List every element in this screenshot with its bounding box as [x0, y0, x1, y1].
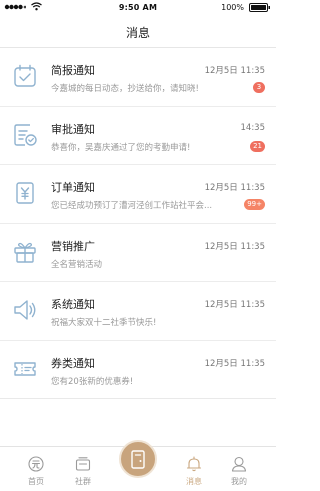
messages-screen: 9:50 AM 100% 消息 简报通知 12月5日 11:35 今嘉城的每日动… — [0, 0, 276, 491]
message-list: 简报通知 12月5日 11:35 今嘉城的每日动态，抄送给你，请知晓! 3 审批… — [0, 48, 276, 399]
tab-label: 消息 — [186, 477, 202, 486]
message-title: 订单通知 — [51, 181, 95, 194]
message-title: 审批通知 — [51, 122, 95, 136]
message-time: 12月5日 11:35 — [204, 66, 265, 76]
message-time: 12月5日 11:35 — [204, 183, 265, 193]
status-bar: 9:50 AM 100% — [0, 0, 276, 15]
message-title: 简报通知 — [51, 64, 95, 77]
tab-bar: 首页 社群 消息 我的 — [0, 440, 276, 491]
tab-profile[interactable]: 我的 — [214, 447, 264, 491]
nav-bar: 消息 — [0, 15, 276, 48]
message-time: 14:35 — [240, 122, 266, 133]
message-time: 12月5日 11:35 — [204, 300, 265, 310]
community-icon — [75, 457, 91, 471]
battery-icon — [249, 3, 270, 12]
message-item-marketing[interactable]: 营销推广 12月5日 11:35 全名营销活动 — [0, 224, 276, 282]
profile-icon — [231, 456, 247, 472]
order-yen-icon — [16, 182, 34, 204]
approval-document-icon — [14, 123, 37, 146]
tab-messages[interactable]: 消息 — [169, 447, 219, 491]
unread-badge: 21 — [250, 140, 265, 152]
message-preview: 您已经成功预订了漕河泾创工作站社平会... — [51, 201, 213, 211]
message-time: 12月5日 11:35 — [204, 241, 265, 252]
message-title: 券类通知 — [51, 356, 95, 370]
message-item-coupon[interactable]: 券类通知 12月5日 11:35 您有20张新的优惠券! — [0, 341, 276, 399]
coupon-ticket-icon — [14, 361, 36, 376]
calendar-check-icon — [14, 64, 36, 87]
bell-icon — [186, 456, 202, 472]
battery-percent: 100% — [221, 3, 244, 12]
gift-icon — [14, 242, 36, 263]
message-title: 营销推广 — [51, 239, 95, 253]
message-title: 系统通知 — [51, 298, 95, 311]
message-preview: 祝福大家双十二社季节快乐! — [51, 318, 157, 328]
message-preview: 全名营销活动 — [51, 259, 103, 270]
door-logo-icon — [131, 450, 145, 469]
home-yuan-icon — [28, 456, 44, 472]
message-item-approval[interactable]: 审批通知 14:35 恭喜你，吴嘉庆通过了您的考勤申请! 21 — [0, 107, 276, 165]
tab-home[interactable]: 首页 — [11, 447, 61, 491]
tab-label: 社群 — [75, 477, 91, 486]
message-preview: 今嘉城的每日动态，抄送给你，请知晓! — [51, 84, 199, 94]
page-title: 消息 — [125, 26, 150, 40]
unread-badge: 99+ — [244, 199, 265, 210]
message-preview: 您有20张新的优惠券! — [51, 376, 134, 387]
speaker-icon — [14, 300, 36, 320]
unread-badge: 3 — [253, 82, 265, 93]
center-action-button[interactable] — [119, 440, 157, 478]
message-item-system[interactable]: 系统通知 12月5日 11:35 祝福大家双十二社季节快乐! — [0, 282, 276, 341]
tab-label: 我的 — [231, 477, 247, 486]
tab-label: 首页 — [28, 477, 44, 486]
tab-community[interactable]: 社群 — [58, 447, 108, 491]
message-item-order[interactable]: 订单通知 12月5日 11:35 您已经成功预订了漕河泾创工作站社平会... 9… — [0, 165, 276, 224]
message-preview: 恭喜你，吴嘉庆通过了您的考勤申请! — [51, 142, 191, 153]
message-time: 12月5日 11:35 — [204, 358, 265, 369]
message-item-briefing[interactable]: 简报通知 12月5日 11:35 今嘉城的每日动态，抄送给你，请知晓! 3 — [0, 48, 276, 107]
